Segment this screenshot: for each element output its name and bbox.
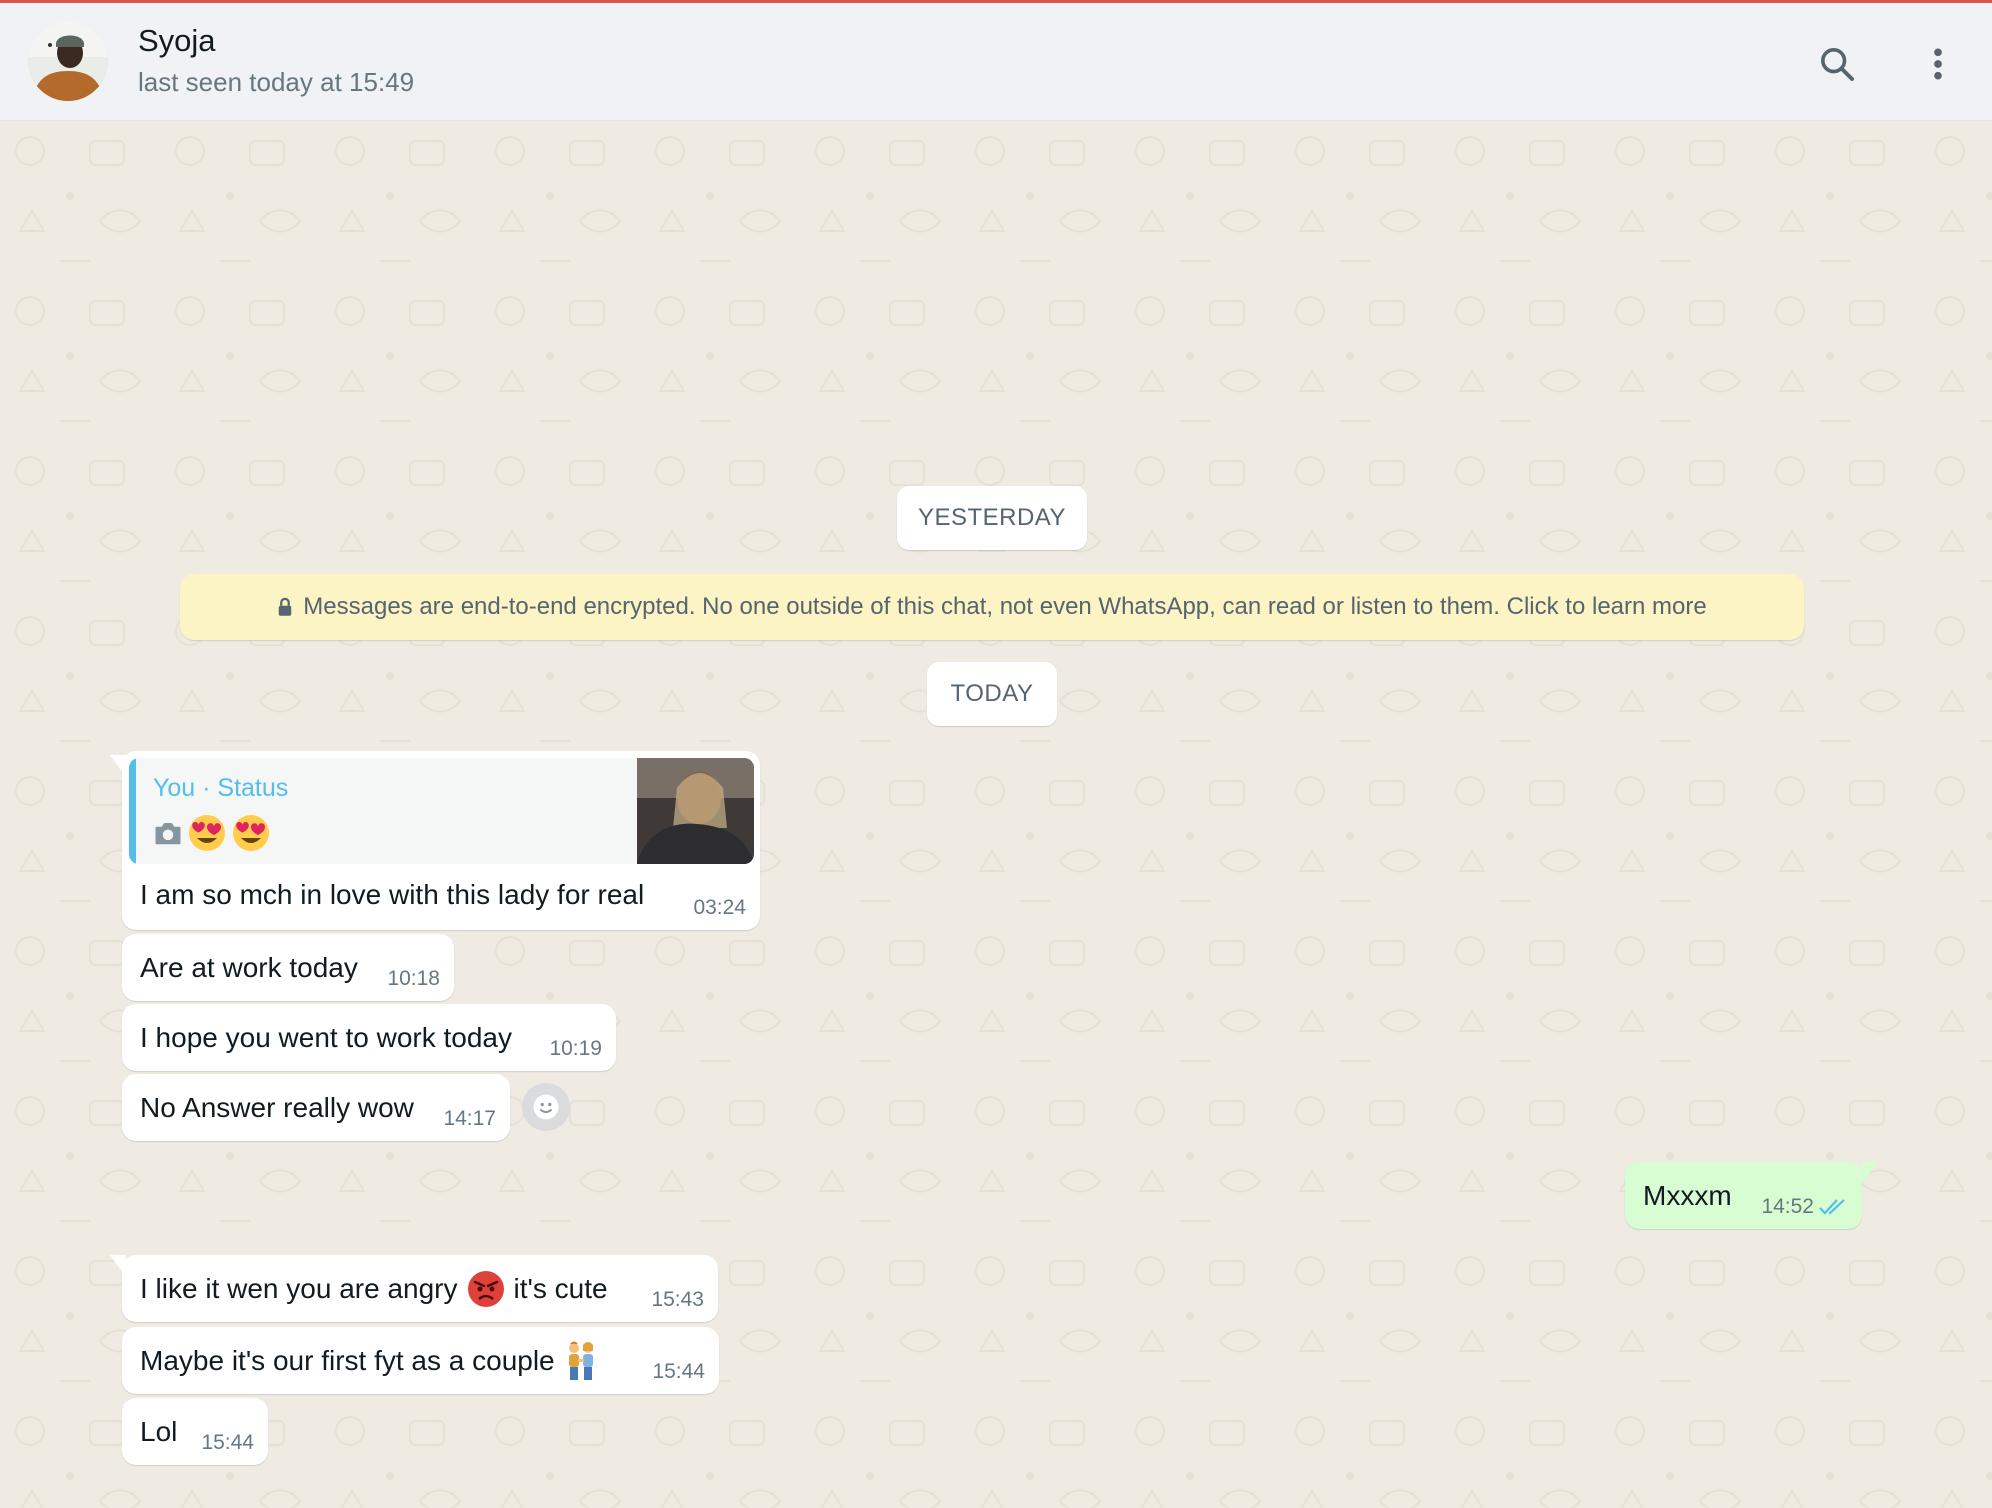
date-separator-today: TODAY — [927, 662, 1057, 726]
quoted-status[interactable]: You · Status — [129, 758, 754, 864]
chat-header: Syoja last seen today at 15:49 — [0, 3, 1992, 121]
message-text: I am so mch in love with this lady for r… — [140, 879, 645, 910]
contact-name[interactable]: Syoja — [138, 23, 216, 59]
smiley-icon — [533, 1094, 559, 1120]
message-text: Are at work today — [140, 952, 358, 983]
message-bubble[interactable]: I hope you went to work today 10:19 — [122, 1004, 616, 1071]
message-bubble[interactable]: No Answer really wow 14:17 — [122, 1074, 510, 1141]
message-time: 10:18 — [387, 967, 440, 990]
message-time: 15:43 — [651, 1288, 704, 1311]
contact-avatar[interactable] — [28, 21, 108, 101]
message-bubble[interactable]: You · Status I am so mch in love with th… — [122, 751, 760, 930]
quote-content — [153, 813, 271, 853]
message-bubble[interactable]: Lol 15:44 — [122, 1398, 268, 1465]
couple-emoji — [568, 1341, 593, 1380]
search-button[interactable] — [1810, 37, 1864, 91]
message-text: No Answer really wow — [140, 1092, 414, 1123]
message-text-part: Maybe it's our first fyt as a couple — [140, 1345, 555, 1376]
date-separator-yesterday: YESTERDAY — [897, 486, 1087, 550]
message-time: 15:44 — [201, 1431, 254, 1454]
date-label: YESTERDAY — [917, 504, 1067, 531]
message-text: Lol — [140, 1416, 178, 1447]
message-time: 14:52 — [1761, 1195, 1814, 1218]
message-text-part: it's cute — [513, 1273, 608, 1304]
menu-button[interactable] — [1911, 37, 1965, 91]
message-bubble[interactable]: Maybe it's our first fyt as a couple 15:… — [122, 1327, 719, 1394]
contact-last-seen: last seen today at 15:49 — [138, 67, 415, 97]
message-text: Maybe it's our first fyt as a couple — [140, 1339, 599, 1383]
heart-eyes-emoji — [189, 815, 225, 851]
message-time: 14:17 — [443, 1107, 496, 1130]
bubble-tail — [1862, 1162, 1878, 1184]
menu-icon — [1934, 48, 1942, 80]
lock-icon — [279, 597, 292, 616]
message-time: 03:24 — [693, 896, 746, 919]
date-label: TODAY — [950, 680, 1034, 707]
search-icon — [1821, 48, 1854, 81]
status-thumbnail — [637, 758, 754, 864]
react-button[interactable] — [522, 1083, 570, 1131]
encryption-notice[interactable]: Messages are end-to-end encrypted. No on… — [180, 574, 1804, 640]
message-text: I hope you went to work today — [140, 1022, 512, 1053]
message-time: 15:44 — [652, 1360, 705, 1383]
read-ticks-icon — [1819, 1199, 1845, 1215]
message-bubble[interactable]: I like it wen you are angry it's cute 15… — [122, 1255, 718, 1322]
message-text-part: I like it wen you are angry — [140, 1273, 458, 1304]
angry-face-emoji — [467, 1271, 504, 1307]
encryption-notice-text: Messages are end-to-end encrypted. No on… — [303, 593, 1707, 620]
quote-accent-bar — [129, 758, 136, 864]
message-time: 10:19 — [549, 1037, 602, 1060]
message-bubble[interactable]: Are at work today 10:18 — [122, 934, 454, 1001]
heart-eyes-emoji — [233, 815, 269, 851]
conversation-panel[interactable]: YESTERDAY Messages are end-to-end encryp… — [0, 121, 1992, 1508]
quote-author: You · Status — [153, 774, 289, 802]
camera-icon — [155, 823, 181, 845]
avatar-photo — [28, 21, 108, 101]
message-bubble-outgoing[interactable]: Mxxxm 14:52 — [1625, 1162, 1862, 1229]
message-text: I like it wen you are angry it's cute — [140, 1267, 608, 1311]
message-text: Mxxxm — [1643, 1180, 1732, 1211]
